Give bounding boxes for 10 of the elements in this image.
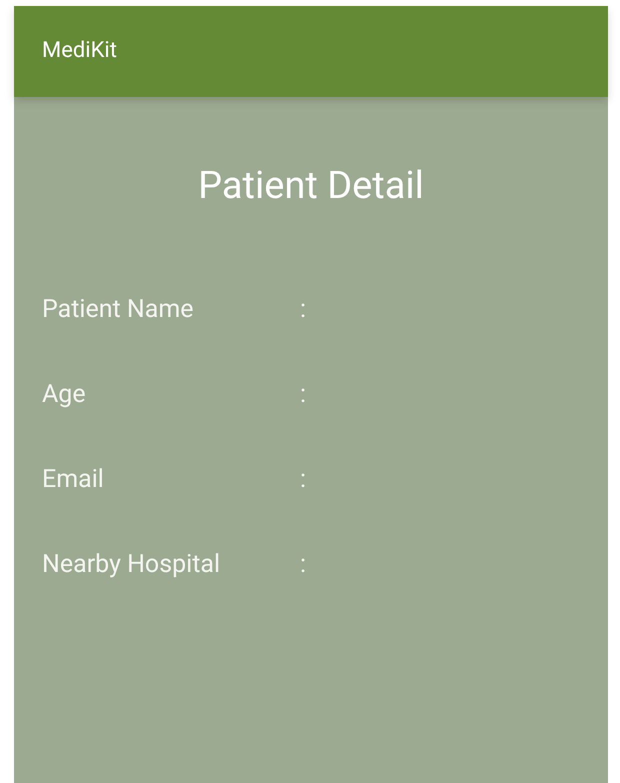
- field-separator: :: [300, 379, 306, 411]
- field-separator: :: [300, 294, 306, 326]
- field-label: Email: [42, 464, 105, 496]
- field-separator: :: [300, 464, 306, 496]
- field-separator: :: [300, 549, 306, 581]
- field-label: Age: [42, 379, 87, 411]
- page-heading: Patient Detail: [198, 167, 424, 205]
- field-label: Nearby Hospital: [42, 549, 222, 581]
- field-label: Patient Name: [42, 294, 195, 326]
- app-title: MediKit: [42, 40, 117, 62]
